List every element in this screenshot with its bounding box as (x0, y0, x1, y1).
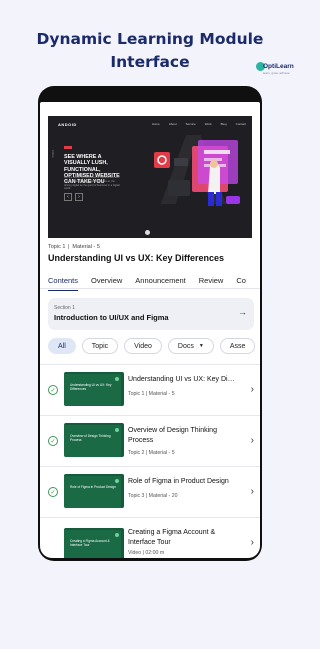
tab-divider (40, 288, 260, 289)
video-body-text: We are driven by the pursuit of website … (64, 176, 120, 191)
app-screen: ANDOID Home About Service Work Blog Cont… (40, 102, 260, 558)
lesson-row[interactable]: Creating a Figma Account & Interface Tou… (40, 517, 260, 558)
video-menu-item: Home (151, 122, 160, 126)
lesson-title: Overview of Design Thinking Process (128, 427, 217, 444)
thumbnail-caption: Overview of Design Thinking Process (70, 434, 111, 442)
filter-assets[interactable]: Asse (219, 338, 256, 354)
filter-chips: All Topic Video Docs ▼ Asse (48, 338, 256, 354)
filter-all[interactable]: All (48, 338, 76, 354)
filter-docs[interactable]: Docs ▼ (167, 338, 214, 354)
brand-logo: OptiLearn learn, grow, achieve (256, 62, 296, 76)
section-title: Introduction to UI/UX and Figma (54, 313, 169, 322)
lesson-title: Understanding UI vs UX: Key Differe... (128, 376, 236, 383)
arrow-right-icon: → (238, 307, 247, 317)
arrow-left-icon[interactable]: ‹ (64, 193, 72, 201)
course-material: Material - 5 (72, 244, 100, 250)
video-slide-arrows: ‹ › (64, 193, 83, 201)
caret-down-icon: ▼ (198, 343, 204, 349)
video-badge (64, 146, 72, 149)
course-title: Understanding UI vs UX: Key Differences (48, 253, 225, 263)
thumbnail-caption: Understanding UI vs UX: Key Differences (70, 383, 112, 391)
chevron-right-icon: › (250, 435, 254, 446)
brand-name: OptiLearn (263, 63, 294, 70)
video-position-dot[interactable] (145, 230, 150, 235)
brand-tagline: learn, grow, achieve (263, 71, 290, 75)
meta-separator: | (67, 244, 69, 250)
filter-topic[interactable]: Topic (81, 338, 119, 354)
thumbnail-backdrop (64, 476, 121, 508)
lesson-thumbnail: Overview of Design Thinking Process (64, 423, 124, 457)
section-label: Section 1 (54, 305, 75, 311)
page-title-line2: Interface (110, 53, 190, 71)
course-meta: Topic 1 | Material - 5 (48, 244, 102, 250)
chevron-right-icon: › (250, 537, 254, 548)
filter-label: All (58, 342, 66, 350)
thumbnail-caption: Role of Figma in Product Design (70, 485, 116, 489)
video-site-logo: ANDOID (58, 122, 77, 127)
filter-video[interactable]: Video (124, 338, 162, 354)
filter-label: Asse (229, 342, 246, 350)
section-selector[interactable]: Section 1 Introduction to UI/UX and Figm… (48, 298, 254, 330)
check-circle-icon: ✓ (48, 487, 58, 497)
lesson-subtitle: Video | 02:00 m (128, 550, 165, 556)
video-side-text: Follow (51, 150, 54, 158)
course-topic: Topic 1 (48, 244, 66, 250)
lesson-subtitle: Topic 1 | Material - 5 (128, 391, 175, 397)
thumbnail-dot (115, 428, 119, 432)
chevron-right-icon: › (250, 486, 254, 497)
video-player[interactable]: ANDOID Home About Service Work Blog Cont… (48, 116, 252, 238)
thumbnail-caption: Creating a Figma Account & Interface Tou… (70, 539, 110, 547)
lesson-thumbnail: Understanding UI vs UX: Key Differences (64, 372, 124, 406)
filter-label: Topic (91, 342, 109, 350)
thumbnail-dot (115, 377, 119, 381)
page-title: Dynamic Learning Module Interface (0, 28, 300, 74)
lesson-title: Creating a Figma Account & Interface Tou… (128, 529, 216, 546)
lesson-thumbnail: Creating a Figma Account & Interface Tou… (64, 528, 124, 558)
page-title-line1: Dynamic Learning Module (36, 30, 264, 48)
video-illustration (154, 140, 240, 206)
lesson-thumbnail: Role of Figma in Product Design (64, 474, 124, 508)
lesson-title: Role of Figma in Product Design (128, 478, 229, 485)
check-circle-icon: ✓ (48, 436, 58, 446)
lesson-subtitle: Topic 2 | Material - 5 (128, 450, 175, 456)
filter-label: Docs (177, 342, 194, 350)
chevron-right-icon: › (250, 384, 254, 395)
arrow-right-icon[interactable]: › (75, 193, 83, 201)
lesson-subtitle: Topic 3 | Material - 20 (128, 493, 178, 499)
filter-label: Video (134, 342, 152, 350)
check-circle-icon: ✓ (48, 385, 58, 395)
phone-frame: ANDOID Home About Service Work Blog Cont… (38, 86, 262, 561)
thumbnail-dot (115, 479, 119, 483)
video-menu-item: Contact (235, 122, 246, 126)
thumbnail-dot (115, 533, 119, 537)
